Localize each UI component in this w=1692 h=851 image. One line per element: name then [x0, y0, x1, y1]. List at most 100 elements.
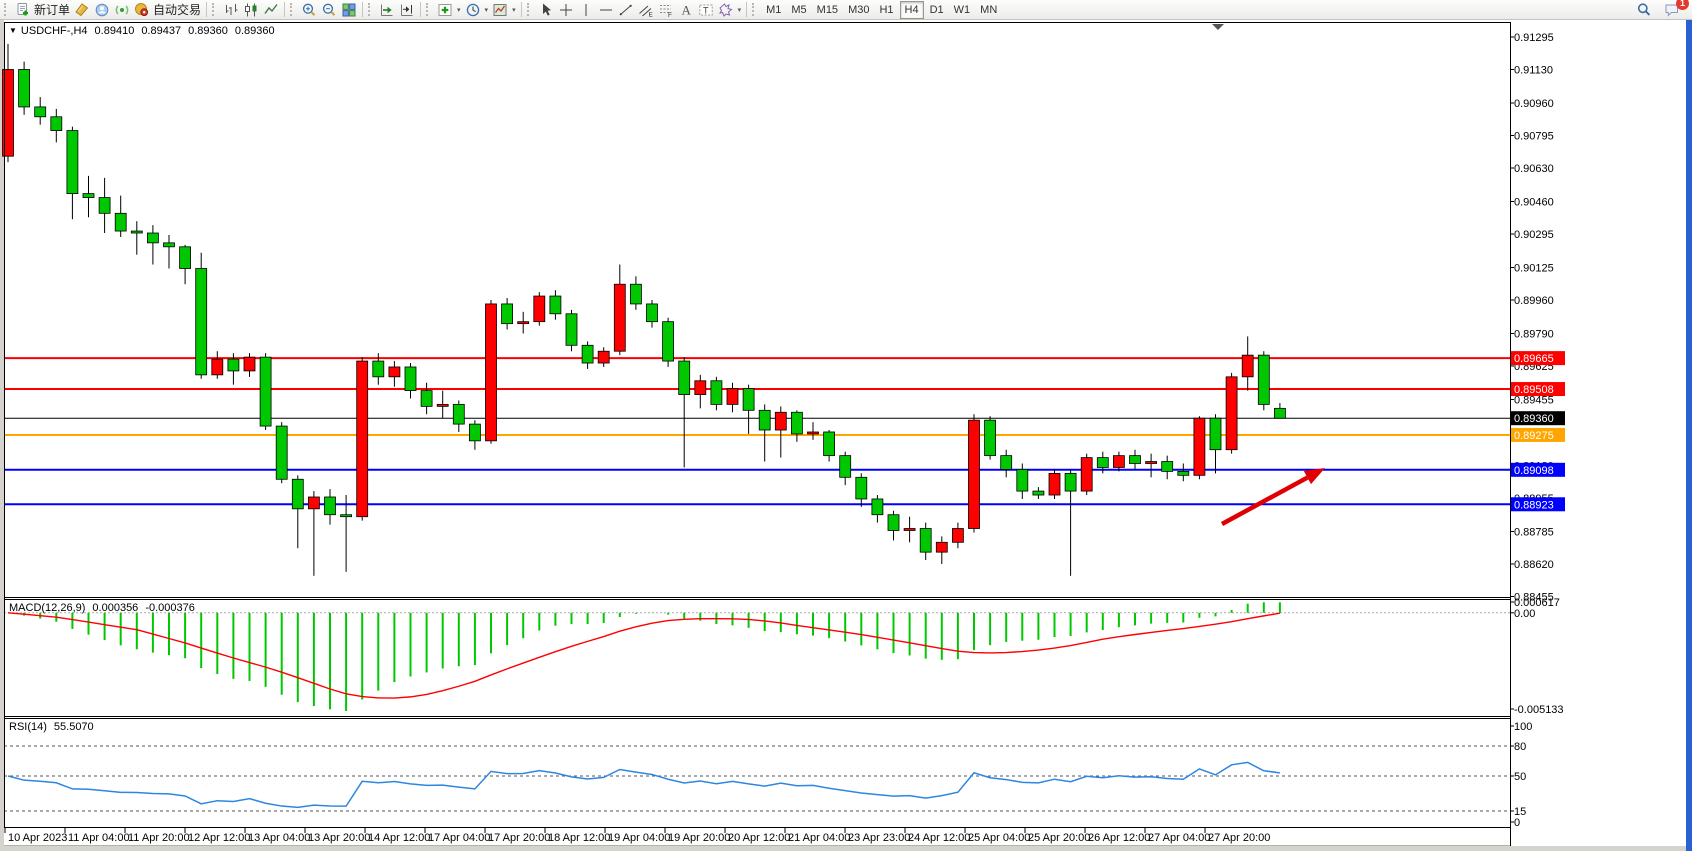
- candle: [486, 300, 497, 444]
- price-tick-label: 0.90795: [1514, 131, 1554, 143]
- toolbar-separator: [362, 2, 363, 17]
- toolbar-grip[interactable]: [368, 3, 374, 16]
- channel-button[interactable]: E: [636, 1, 656, 19]
- cursor-button[interactable]: [536, 1, 556, 19]
- zoom-out-icon: [321, 2, 337, 18]
- macd-signal-value: -0.000376: [145, 602, 195, 614]
- chevron-down-icon: ▾: [512, 6, 516, 14]
- chevron-down-icon: ▾: [738, 6, 742, 14]
- toolbar-grip[interactable]: [527, 3, 533, 16]
- rsi-indicator-label: RSI(14)55.5070: [9, 721, 94, 733]
- ohlc-high: 0.89437: [141, 25, 181, 37]
- auto-scroll-button[interactable]: [377, 1, 397, 19]
- indicators-icon: [437, 2, 453, 18]
- price-badge: 0.89275: [1511, 428, 1565, 442]
- price-tick-label: 0.90630: [1514, 163, 1554, 175]
- window-right-edge: [1686, 0, 1692, 851]
- chat-button[interactable]: 1: [1662, 1, 1682, 19]
- new-order-icon: [15, 2, 31, 18]
- ohlc-close: 0.89360: [235, 25, 275, 37]
- time-tick-label: 18 Apr 12:00: [548, 832, 610, 844]
- signals-button[interactable]: [112, 1, 132, 19]
- ohlc-open: 0.89410: [95, 25, 135, 37]
- vline-button[interactable]: [576, 1, 596, 19]
- time-tick-label: 25 Apr 20:00: [1028, 832, 1090, 844]
- chart-canvas[interactable]: 0.912950.911300.909600.907950.906300.904…: [0, 0, 1692, 851]
- autotrade-button-label: 自动交易: [153, 1, 201, 18]
- candle: [969, 414, 980, 532]
- toolbar-grip[interactable]: [212, 3, 218, 16]
- autotrade-icon: [134, 2, 150, 18]
- indicators-button[interactable]: ▾: [435, 1, 463, 19]
- timeframe-h1[interactable]: H1: [875, 2, 897, 18]
- timeframe-d1[interactable]: D1: [926, 2, 948, 18]
- rsi-name: RSI(14): [9, 721, 47, 733]
- label-button[interactable]: T: [696, 1, 716, 19]
- shapes-button[interactable]: ▾: [716, 1, 744, 19]
- toolbar-separator: [420, 2, 421, 17]
- toolbar-grip[interactable]: [426, 3, 432, 16]
- price-axis[interactable]: 0.912950.911300.909600.907950.906300.904…: [1510, 22, 1591, 829]
- time-tick-label: 12 Apr 12:00: [188, 832, 250, 844]
- chevron-down-icon: ▾: [485, 6, 489, 14]
- time-tick-label: 11 Apr 20:00: [128, 832, 190, 844]
- chart-shift-button[interactable]: [397, 1, 417, 19]
- symbol-name: USDCHF-,H4: [21, 25, 88, 37]
- autotrade-button[interactable]: 自动交易: [132, 1, 203, 19]
- candle: [357, 357, 368, 521]
- crosshair-button[interactable]: [556, 1, 576, 19]
- toolbar-grip[interactable]: [4, 3, 10, 16]
- zoom-out-button[interactable]: [319, 1, 339, 19]
- chart-shift-icon: [399, 2, 415, 18]
- time-axis[interactable]: 10 Apr 202311 Apr 04:0011 Apr 20:0012 Ap…: [4, 828, 1510, 846]
- svg-text:T: T: [703, 5, 709, 15]
- timeframe-w1[interactable]: W1: [950, 2, 975, 18]
- new-order-button[interactable]: 新订单: [13, 1, 72, 19]
- toolbar-separator: [521, 2, 522, 17]
- price-tick-label: 0.91130: [1514, 65, 1553, 77]
- time-tick-label: 11 Apr 04:00: [68, 832, 130, 844]
- timeframe-h4[interactable]: H4: [900, 1, 924, 19]
- chart-menu-icon[interactable]: ▼: [9, 26, 17, 35]
- fibonacci-button[interactable]: F: [656, 1, 676, 19]
- timeframe-m1[interactable]: M1: [762, 2, 785, 18]
- toolbar-separator: [284, 2, 285, 17]
- zoom-in-button[interactable]: [299, 1, 319, 19]
- price-tick-label: 0.90460: [1514, 196, 1554, 208]
- timeframe-m5[interactable]: M5: [787, 2, 810, 18]
- line-chart-button[interactable]: [261, 1, 281, 19]
- timeframe-m15[interactable]: M15: [813, 2, 842, 18]
- svg-text:0.89360: 0.89360: [1514, 413, 1554, 425]
- trendline-button[interactable]: [616, 1, 636, 19]
- bar-chart-button[interactable]: [221, 1, 241, 19]
- styler-button[interactable]: [72, 1, 92, 19]
- templates-button[interactable]: ▾: [490, 1, 518, 19]
- candle: [566, 310, 577, 351]
- community-button[interactable]: [92, 1, 112, 19]
- text-button[interactable]: A: [676, 1, 696, 19]
- price-tick-label: 0.90125: [1514, 262, 1554, 274]
- candle: [276, 422, 287, 483]
- candlestick-button[interactable]: [241, 1, 261, 19]
- candle: [1258, 351, 1269, 410]
- channel-icon: E: [638, 2, 654, 18]
- window-footer: [0, 846, 1692, 851]
- macd-indicator-label: MACD(12,26,9)0.000356-0.000376: [9, 602, 195, 614]
- price-tick-label: 0.91295: [1514, 32, 1554, 44]
- zoom-in-icon: [301, 2, 317, 18]
- notification-badge: 1: [1676, 0, 1689, 10]
- timeframe-mn[interactable]: MN: [976, 2, 1001, 18]
- macd-scale-label: 0.00: [1514, 608, 1535, 620]
- toolbar-grip[interactable]: [290, 3, 296, 16]
- periods-button[interactable]: ▾: [463, 1, 491, 19]
- svg-text:A: A: [681, 2, 691, 17]
- time-tick-label: 13 Apr 20:00: [308, 832, 370, 844]
- plot-area[interactable]: [4, 22, 1510, 828]
- macd-name: MACD(12,26,9): [9, 602, 85, 614]
- hline-button[interactable]: [596, 1, 616, 19]
- timeframe-m30[interactable]: M30: [844, 2, 873, 18]
- trendline-icon: [618, 2, 634, 18]
- tile-windows-button[interactable]: [339, 1, 359, 19]
- time-tick-label: 19 Apr 04:00: [608, 832, 670, 844]
- search-button[interactable]: [1634, 1, 1654, 19]
